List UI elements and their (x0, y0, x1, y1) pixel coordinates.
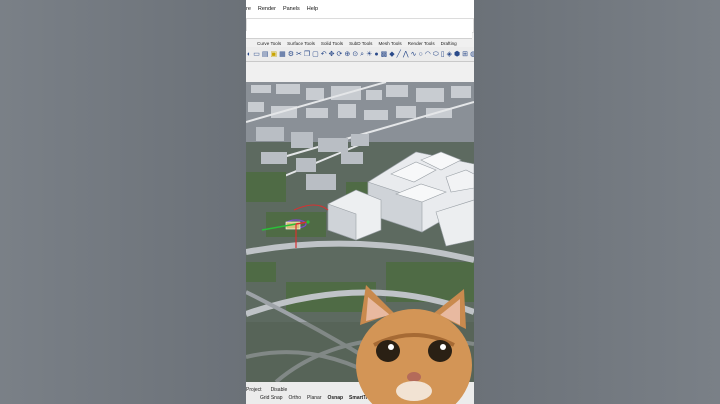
pan-icon[interactable]: ✥ (329, 50, 335, 59)
grid-icon[interactable]: ▩ (381, 50, 388, 59)
status-project-label[interactable]: Project (246, 387, 262, 393)
paste-icon[interactable]: ▢ (312, 50, 319, 59)
surface-icon[interactable]: ◈ (447, 50, 452, 59)
tab-subd-tools[interactable]: SubD Tools (349, 41, 372, 46)
solid-icon[interactable]: ⬢ (454, 50, 460, 59)
zoom-icon[interactable]: ⊕ (344, 50, 350, 59)
rectangle-icon[interactable]: ▯ (441, 50, 445, 59)
import-icon[interactable]: ⚙ (288, 50, 294, 59)
cat-overlay-image (356, 285, 472, 404)
undo-icon[interactable]: ↶ (321, 50, 327, 59)
status-disable-toggle[interactable]: Disable (271, 387, 288, 393)
line-icon[interactable]: ╱ (397, 50, 401, 59)
grid-snap-toggle[interactable]: Grid Snap (260, 395, 283, 401)
curve-icon[interactable]: ∿ (411, 50, 417, 59)
rotate-icon[interactable]: ⟳ (337, 50, 343, 59)
tab-surface-tools[interactable]: Surface Tools (287, 41, 315, 46)
cut-icon[interactable]: ✂ (296, 50, 302, 59)
menu-item-panels[interactable]: Panels (283, 6, 300, 12)
menu-bar: re Render Panels Help (246, 0, 474, 18)
render-icon[interactable]: ◍ (470, 50, 474, 59)
osnap-icon[interactable]: ● (374, 50, 378, 59)
command-prompt[interactable] (246, 31, 472, 39)
tab-render-tools[interactable]: Render Tools (408, 41, 435, 46)
tab-curve-tools[interactable]: Curve Tools (257, 41, 281, 46)
light-icon[interactable]: ☀ (366, 50, 372, 59)
save-icon[interactable]: ▣ (270, 50, 277, 59)
copy-icon[interactable]: ❐ (304, 50, 310, 59)
toolbar-tabs: Curve Tools Surface Tools Solid Tools Su… (246, 39, 474, 47)
planar-toggle[interactable]: Planar (307, 395, 321, 401)
circle-icon[interactable]: ○ (418, 50, 422, 59)
point-icon[interactable]: ◆ (389, 50, 394, 59)
menu-item-render[interactable]: Render (258, 6, 276, 12)
mesh-icon[interactable]: ⊞ (462, 50, 468, 59)
menu-item-help[interactable]: Help (307, 6, 318, 12)
select-icon[interactable]: ◐ (247, 50, 251, 59)
main-toolbar: ◐ ▭ ▤ ▣ ▦ ⚙ ✂ ❐ ▢ ↶ ✥ ⟳ ⊕ ⊙ ⌕ ☀ ● ▩ ◆ ╱ … (246, 47, 474, 62)
polyline-icon[interactable]: ⋀ (403, 50, 409, 59)
menu-item-render-partial[interactable]: re (246, 6, 251, 12)
osnap-toggle[interactable]: Osnap (327, 395, 343, 401)
zoom-extents-icon[interactable]: ⌕ (360, 50, 364, 59)
open-icon[interactable]: ▤ (262, 50, 269, 59)
tab-mesh-tools[interactable]: Mesh Tools (378, 41, 401, 46)
zoom-window-icon[interactable]: ⊙ (352, 50, 358, 59)
print-icon[interactable]: ▦ (279, 50, 286, 59)
ellipse-icon[interactable]: ⬭ (433, 50, 439, 59)
tab-drafting[interactable]: Drafting (441, 41, 457, 46)
tab-solid-tools[interactable]: Solid Tools (321, 41, 343, 46)
new-file-icon[interactable]: ▭ (253, 50, 260, 59)
arc-icon[interactable]: ◠ (425, 50, 431, 59)
right-background (474, 0, 720, 404)
left-background (0, 0, 246, 404)
ortho-toggle[interactable]: Ortho (289, 395, 302, 401)
